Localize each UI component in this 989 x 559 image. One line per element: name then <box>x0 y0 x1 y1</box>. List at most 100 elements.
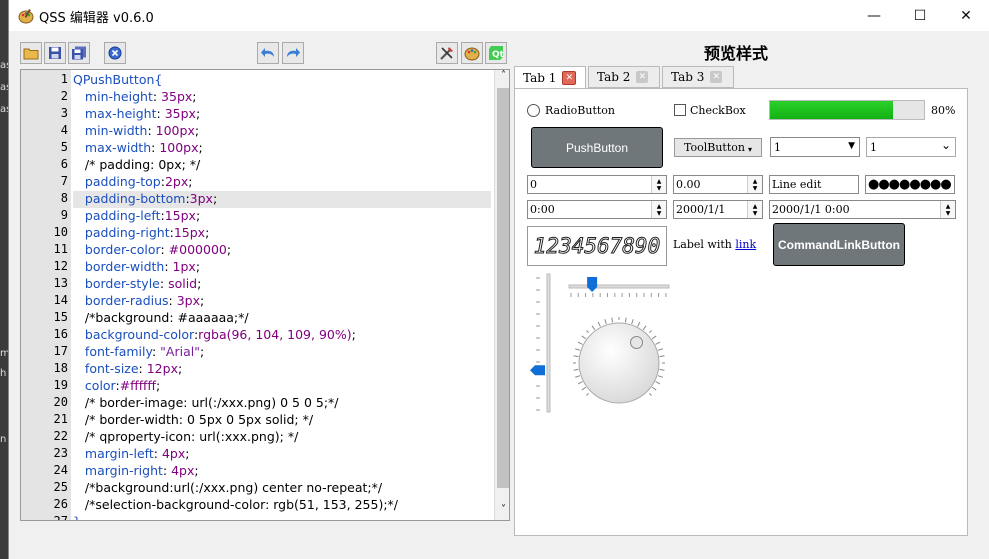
spin-box[interactable]: 0 ▲ ▼ <box>527 175 667 194</box>
code-line[interactable]: border-width: 1px; <box>73 259 200 274</box>
dial-graphic[interactable] <box>567 311 671 411</box>
checkbox-label[interactable]: CheckBox <box>690 104 746 117</box>
code-line[interactable]: color:#ffffff; <box>73 378 160 393</box>
code-line[interactable]: /* border-image: url(:/xxx.png) 0 5 0 5;… <box>73 395 339 410</box>
code-token: font-size <box>73 361 139 376</box>
date-edit[interactable]: 2000/1/1 ▲ ▼ <box>673 200 763 219</box>
code-line[interactable]: /* border-width: 0 5px 0 5px solid; */ <box>73 412 313 427</box>
spin-down-icon[interactable]: ▼ <box>753 210 758 217</box>
code-line[interactable]: margin-right: 4px; <box>73 463 199 478</box>
qt-icon[interactable]: Qt <box>485 42 507 64</box>
spin-arrows-icon[interactable]: ▲ ▼ <box>651 201 666 218</box>
spin-arrows-icon[interactable]: ▲ ▼ <box>747 201 762 218</box>
spin-arrows-icon[interactable]: ▲ ▼ <box>940 201 955 218</box>
code-line[interactable]: /* padding: 0px; */ <box>73 157 200 172</box>
horizontal-slider[interactable] <box>567 269 671 303</box>
tab-close-icon[interactable]: ✕ <box>710 71 723 83</box>
spin-up-icon[interactable]: ▲ <box>657 203 662 210</box>
spin-arrows-icon[interactable]: ▲ ▼ <box>651 176 666 193</box>
redo-icon[interactable] <box>282 42 304 64</box>
tab-close-icon[interactable]: ✕ <box>562 71 577 85</box>
close-button[interactable]: ✕ <box>943 0 989 31</box>
combo-box-2[interactable]: 1 ⌄ <box>866 137 956 157</box>
time-edit[interactable]: 0:00 ▲ ▼ <box>527 200 667 219</box>
label-text: Label with link <box>673 238 756 251</box>
spin-arrows-icon[interactable]: ▲ ▼ <box>747 176 762 193</box>
radio-button-label[interactable]: RadioButton <box>545 104 615 117</box>
spin-down-icon[interactable]: ▼ <box>657 210 662 217</box>
code-line[interactable]: padding-right:15px; <box>73 225 209 240</box>
dial[interactable] <box>567 311 671 411</box>
tools-icon[interactable] <box>436 42 458 64</box>
password-field[interactable]: ●●●●●●●● <box>865 175 955 194</box>
tool-button[interactable]: ToolButton ▾ <box>674 138 762 157</box>
code-line[interactable]: } <box>73 514 81 520</box>
code-line[interactable]: border-color: #000000; <box>73 242 231 257</box>
dial-tick <box>581 335 587 340</box>
open-icon[interactable] <box>20 42 42 64</box>
code-line[interactable]: border-radius: 3px; <box>73 293 204 308</box>
undo-icon[interactable] <box>257 42 279 64</box>
spin-up-icon[interactable]: ▲ <box>753 203 758 210</box>
dial-tick <box>624 317 627 323</box>
title-bar[interactable]: QSS 编辑器 v0.6.0 — ☐ ✕ <box>9 0 989 31</box>
code-line[interactable]: max-height: 35px; <box>73 106 200 121</box>
save-icon[interactable] <box>44 42 66 64</box>
spin-up-icon[interactable]: ▲ <box>946 203 951 210</box>
combo-box-1[interactable]: 1 ▼ <box>770 137 860 157</box>
code-line[interactable]: padding-bottom:3px; <box>73 191 217 206</box>
stop-icon[interactable] <box>104 42 126 64</box>
code-line[interactable]: padding-top:2px; <box>73 174 193 189</box>
command-link-button[interactable]: CommandLinkButton <box>773 223 905 266</box>
palette-icon[interactable] <box>461 42 483 64</box>
save-as-icon[interactable] <box>68 42 90 64</box>
code-line[interactable]: min-width: 100px; <box>73 123 199 138</box>
line-edit[interactable]: Line edit <box>769 175 859 194</box>
code-line[interactable]: margin-left: 4px; <box>73 446 190 461</box>
minimize-button[interactable]: — <box>851 0 897 31</box>
label-link[interactable]: link <box>735 238 756 251</box>
editor-scrollbar[interactable]: ˄ ˅ <box>494 70 509 520</box>
scroll-up-arrow[interactable]: ˄ <box>497 70 509 87</box>
slider-handle[interactable] <box>530 365 545 376</box>
spin-down-icon[interactable]: ▼ <box>657 185 662 192</box>
code-line[interactable]: /*background: #aaaaaa;*/ <box>73 310 249 325</box>
line-number: 2 <box>60 89 68 103</box>
code-line[interactable]: min-height: 35px; <box>73 89 197 104</box>
vertical-slider-graphic[interactable] <box>527 272 555 414</box>
code-line[interactable]: QPushButton{ <box>73 72 162 87</box>
scroll-down-arrow[interactable]: ˅ <box>497 504 509 520</box>
dial-knob[interactable] <box>578 322 660 404</box>
code-line[interactable]: background-color:rgba(96, 104, 109, 90%)… <box>73 327 356 342</box>
line-number: 19 <box>53 378 68 392</box>
code-line[interactable]: max-width: 100px; <box>73 140 203 155</box>
dial-tick <box>573 368 579 371</box>
tab-close-icon[interactable]: ✕ <box>636 71 649 83</box>
code-line[interactable]: border-style: solid; <box>73 276 201 291</box>
code-line[interactable]: font-family: "Arial"; <box>73 344 204 359</box>
datetime-edit[interactable]: 2000/1/1 0:00 ▲ ▼ <box>769 200 956 219</box>
tab-2[interactable]: Tab 2 ✕ <box>588 66 660 88</box>
spin-down-icon[interactable]: ▼ <box>946 210 951 217</box>
code-line[interactable]: /*background:url(:/xxx.png) center no-re… <box>73 480 382 495</box>
radio-button-circle[interactable] <box>527 104 540 117</box>
push-button[interactable]: PushButton <box>531 127 663 168</box>
slider-handle[interactable] <box>587 277 598 292</box>
code-line[interactable]: /* qproperty-icon: url(:xxx.png); */ <box>73 429 298 444</box>
vertical-slider[interactable] <box>527 272 555 414</box>
background-window-strip: as as as m h n <box>0 0 11 559</box>
maximize-button[interactable]: ☐ <box>897 0 943 31</box>
code-line[interactable]: /*selection-background-color: rgb(51, 15… <box>73 497 398 512</box>
code-editor[interactable]: 1 2 3 4 5 6 7 8 9 10 11 12 13 14 15 16 17 18 19 20 21 22 23 24 2… <box>20 69 510 521</box>
spin-down-icon[interactable]: ▼ <box>753 185 758 192</box>
code-line[interactable]: padding-left:15px; <box>73 208 200 223</box>
checkbox-box[interactable] <box>674 104 686 116</box>
double-spin-box[interactable]: 0.00 ▲ ▼ <box>673 175 763 194</box>
horizontal-slider-graphic[interactable] <box>567 269 671 303</box>
scrollbar-thumb[interactable] <box>497 88 509 488</box>
tab-3[interactable]: Tab 3 ✕ <box>662 66 734 88</box>
spin-up-icon[interactable]: ▲ <box>657 178 662 185</box>
spin-up-icon[interactable]: ▲ <box>753 178 758 185</box>
tab-1[interactable]: Tab 1 ✕ <box>514 66 586 89</box>
code-line[interactable]: font-size: 12px; <box>73 361 182 376</box>
